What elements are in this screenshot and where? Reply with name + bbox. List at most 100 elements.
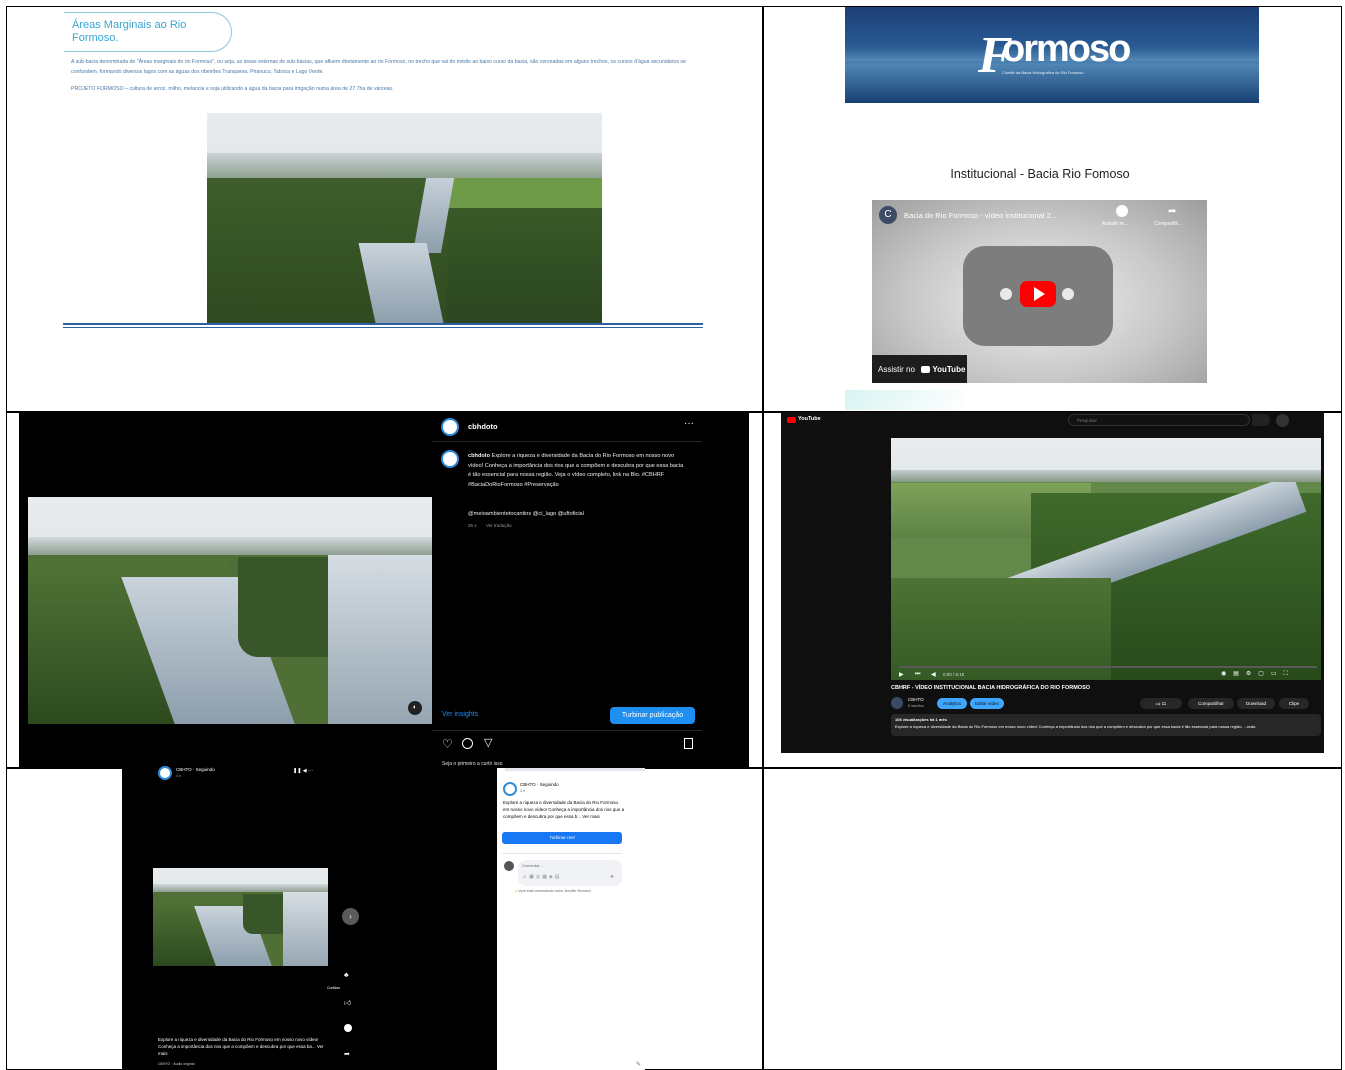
caption-mentions[interactable]: @meioambientetocantins @ci_lago @uftofic… — [468, 511, 584, 517]
caption-avatar[interactable] — [441, 450, 459, 468]
post-username[interactable]: cbhdoto — [468, 422, 498, 431]
doc-paragraph: PROJETO FORMOSO – cultura de arroz, milh… — [71, 86, 394, 92]
post-age: 4 h — [176, 774, 181, 778]
description-box[interactable]: 106 visualizações há 1 mês Explore a riq… — [891, 714, 1321, 736]
download-button[interactable]: Download — [1237, 698, 1275, 709]
share-icon[interactable]: ➦ — [1168, 206, 1176, 217]
caption-username[interactable]: cbhdoto — [468, 453, 490, 459]
clip-button[interactable]: Clipe — [1279, 698, 1309, 709]
play-icon[interactable] — [1034, 287, 1045, 301]
facebook-sidebar: CBHTO · Seguindo 4 h Explore a riqueza e… — [497, 768, 645, 1070]
side-caption: Explore a riqueza e diversidade da Bacia… — [503, 800, 625, 819]
more-options-icon[interactable]: ··· — [684, 418, 694, 429]
user-avatar — [504, 861, 514, 871]
page-avatar[interactable] — [158, 766, 172, 780]
instagram-video[interactable]: ◐ — [28, 497, 432, 724]
top-bar — [505, 768, 645, 771]
divider — [432, 441, 702, 442]
divider — [502, 853, 622, 854]
analytics-button[interactable]: Analytics — [937, 698, 967, 709]
boost-post-button[interactable]: Turbinar publicação — [610, 707, 695, 724]
clock-icon[interactable] — [1116, 205, 1128, 217]
reel-caption: Explore a riqueza e diversidade da Bacia… — [158, 1037, 324, 1056]
send-icon[interactable]: ➤ — [610, 874, 614, 880]
volume-icon[interactable]: ◀ — [931, 671, 936, 678]
see-translation-link[interactable]: Ver tradução — [486, 523, 512, 528]
share-label[interactable]: Compartilh... — [1154, 221, 1182, 227]
reel-audio[interactable]: CBHTO · Áudio original — [158, 1062, 195, 1066]
playback-controls[interactable]: ❚❚ ◀ ··· — [293, 768, 313, 774]
facebook-video[interactable] — [153, 868, 328, 966]
next-icon[interactable]: ⏭ — [915, 671, 920, 678]
side-post-age: 4 h — [520, 789, 525, 793]
youtube-logo[interactable]: YouTube — [798, 416, 821, 422]
side-page-name[interactable]: CBHTO · Seguindo — [520, 782, 559, 787]
comment-icon[interactable] — [462, 738, 473, 749]
comment-icon[interactable] — [344, 1024, 352, 1032]
heart-icon[interactable]: ♡ — [442, 737, 453, 751]
share-icon[interactable]: ➦ — [344, 1050, 350, 1058]
watch-later-label[interactable]: Assistir m... — [1102, 221, 1128, 227]
commenting-as-note: ● Você está comentando como Jennifer Bru… — [515, 889, 623, 894]
player-controls-right[interactable]: ◉▤⚙▢▭⛶ — [1221, 670, 1295, 678]
section-title: Áreas Marginais ao Rio Formoso. — [72, 19, 187, 44]
logo-subtitle: Comitê da Bacia Hidrográfica do Rio Form… — [1002, 70, 1084, 75]
edit-video-button[interactable]: Editar vídeo — [970, 698, 1004, 709]
dot-icon — [1000, 288, 1012, 300]
decorative-swoosh — [845, 390, 965, 410]
embedded-video-player[interactable]: C Bacia do Rio Formoso - vídeo instituci… — [872, 200, 1207, 383]
page-name[interactable]: CBHTO · Seguindo — [176, 767, 215, 772]
edit-icon[interactable]: ✎ — [636, 1061, 641, 1068]
divider — [432, 730, 702, 731]
account-avatar[interactable] — [1276, 414, 1289, 427]
reel-action-icon[interactable]: ♣ — [344, 972, 349, 979]
watch-on-youtube-button[interactable]: Assistir no YouTube — [872, 355, 967, 383]
instagram-sidebar: cbhdoto ··· cbhdoto Explore a riqueza e … — [432, 412, 749, 767]
aerial-river-photo — [207, 113, 602, 323]
watch-on-label: Assistir no — [878, 365, 915, 374]
play-icon[interactable]: ▶ — [899, 671, 904, 678]
video-heading: Institucional - Bacia Rio Fomoso — [950, 167, 1130, 181]
share-button[interactable]: Compartilhar — [1188, 698, 1234, 709]
view-insights-link[interactable]: Ver insights — [442, 711, 478, 718]
search-button[interactable] — [1252, 414, 1270, 426]
embed-video-title[interactable]: Bacia do Rio Formoso - vídeo institucion… — [904, 211, 1057, 220]
grid-divider-vertical — [762, 6, 764, 1070]
doc-paragraph: A sub-bacia denominada de "Áreas margina… — [71, 59, 686, 75]
view-count: 106 visualizações há 1 mês — [895, 717, 947, 722]
channel-avatar[interactable] — [891, 697, 903, 709]
thumbs-up-icon: 👍︎ — [1155, 701, 1161, 706]
like-icon[interactable]: 👍︎ — [344, 998, 351, 1007]
comment-tools-icons[interactable]: ☺▣◎▦◈▤ — [522, 874, 562, 880]
video-title: CBHRF - VÍDEO INSTITUCIONAL BACIA HIDROG… — [891, 685, 1091, 691]
bookmark-icon[interactable] — [684, 738, 693, 749]
channel-avatar[interactable]: C — [879, 206, 897, 224]
share-icon[interactable]: ▽ — [484, 736, 492, 749]
youtube-wordmark: YouTube — [932, 365, 966, 374]
comment-input[interactable]: Comentar... ☺▣◎▦◈▤ ➤ — [518, 860, 622, 886]
youtube-video[interactable]: ▶ ⏭ ◀ 0:00 / 6:15 ◉▤⚙▢▭⛶ — [891, 438, 1321, 680]
doc-rule — [63, 327, 703, 328]
profile-avatar[interactable] — [441, 418, 459, 436]
youtube-icon[interactable] — [787, 417, 796, 423]
search-input[interactable]: Pesquisar — [1068, 414, 1250, 426]
mute-icon[interactable]: ◐ — [408, 701, 422, 715]
boost-reel-button[interactable]: Turbinar reel — [502, 832, 622, 844]
dot-icon — [1062, 288, 1074, 300]
video-description: Explore a riqueza e diversidade da Bacia… — [895, 724, 1256, 729]
channel-subscribers: 8 inscritos — [908, 704, 924, 708]
side-page-avatar[interactable] — [503, 782, 517, 796]
reaction-label: Curtidas — [327, 986, 341, 990]
commenting-as-text: Você está comentando como Jennifer Brusa… — [518, 889, 591, 893]
comment-placeholder: Comentar... — [522, 863, 543, 868]
progress-bar[interactable] — [899, 666, 1317, 668]
youtube-icon — [921, 366, 931, 374]
next-reel-button[interactable]: › — [342, 908, 359, 925]
caption-text: Explore a riqueza e diversidade da Bacia… — [468, 453, 684, 488]
post-age: 26 s — [468, 523, 477, 528]
like-button[interactable]: 👍︎ 11 — [1140, 698, 1182, 709]
like-count: 11 — [1161, 701, 1167, 706]
info-icon: ● — [515, 889, 518, 893]
likes-prompt: Seja o primeiro a curtir isso — [442, 761, 503, 767]
channel-name[interactable]: CBHTO — [908, 697, 924, 702]
